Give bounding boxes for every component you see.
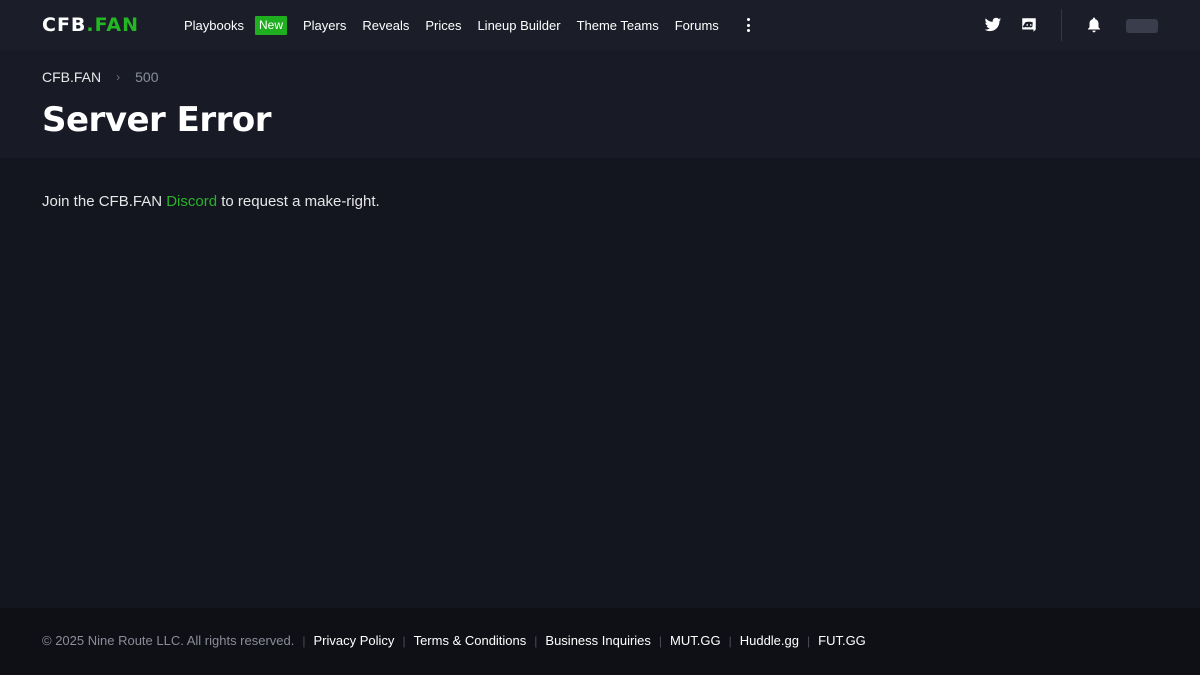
user-avatar[interactable] [1126,19,1158,33]
logo-text-right: .FAN [86,14,140,36]
footer-separator: | [807,633,811,648]
footer-link-mut-gg[interactable]: MUT.GG [670,633,721,648]
top-navbar: CFB .FAN Playbooks New Players Reveals Pr… [0,0,1200,50]
nav-item-lineup-builder[interactable]: Lineup Builder [477,18,560,33]
nav-item-theme-teams[interactable]: Theme Teams [577,18,659,33]
error-message: Join the CFB.FAN Discord to request a ma… [42,193,380,210]
discord-icon[interactable] [1020,16,1038,34]
footer-link-terms[interactable]: Terms & Conditions [414,633,527,648]
footer-separator: | [302,633,306,648]
logo-text-left: CFB [42,14,87,36]
message-text-after: to request a make-right. [221,193,380,210]
footer-link-huddle-gg[interactable]: Huddle.gg [740,633,799,648]
site-footer: © 2025 Nine Route LLC. All rights reserv… [0,608,1200,675]
footer-separator: | [728,633,732,648]
header-divider [1061,9,1062,41]
nav-item-reveals[interactable]: Reveals [362,18,409,33]
kebab-menu-icon[interactable] [743,16,755,34]
main-nav: Playbooks New Players Reveals Prices Lin… [184,0,755,50]
footer-separator: | [402,633,406,648]
message-text-before: Join the CFB.FAN [42,193,163,210]
footer-link-fut-gg[interactable]: FUT.GG [818,633,866,648]
footer-links: © 2025 Nine Route LLC. All rights reserv… [42,633,866,648]
bell-icon[interactable] [1085,16,1103,34]
copyright-text: © 2025 Nine Route LLC. All rights reserv… [42,633,295,648]
nav-item-playbooks[interactable]: Playbooks [184,18,244,33]
discord-link[interactable]: Discord [166,193,217,210]
footer-separator: | [534,633,538,648]
nav-item-forums[interactable]: Forums [675,18,719,33]
footer-link-business-inquiries[interactable]: Business Inquiries [545,633,651,648]
breadcrumb: CFB.FAN › 500 [42,69,158,85]
page-header: CFB.FAN › 500 Server Error [0,50,1200,158]
nav-item-prices[interactable]: Prices [425,18,461,33]
page-title: Server Error [42,100,272,140]
nav-item-players[interactable]: Players [303,18,346,33]
breadcrumb-home[interactable]: CFB.FAN [42,69,101,85]
breadcrumb-current: 500 [135,69,159,85]
site-logo[interactable]: CFB .FAN [42,13,139,37]
chevron-right-icon: › [116,70,121,84]
twitter-icon[interactable] [984,16,1002,34]
footer-link-privacy-policy[interactable]: Privacy Policy [314,633,395,648]
footer-separator: | [658,633,663,648]
new-badge: New [254,15,287,35]
